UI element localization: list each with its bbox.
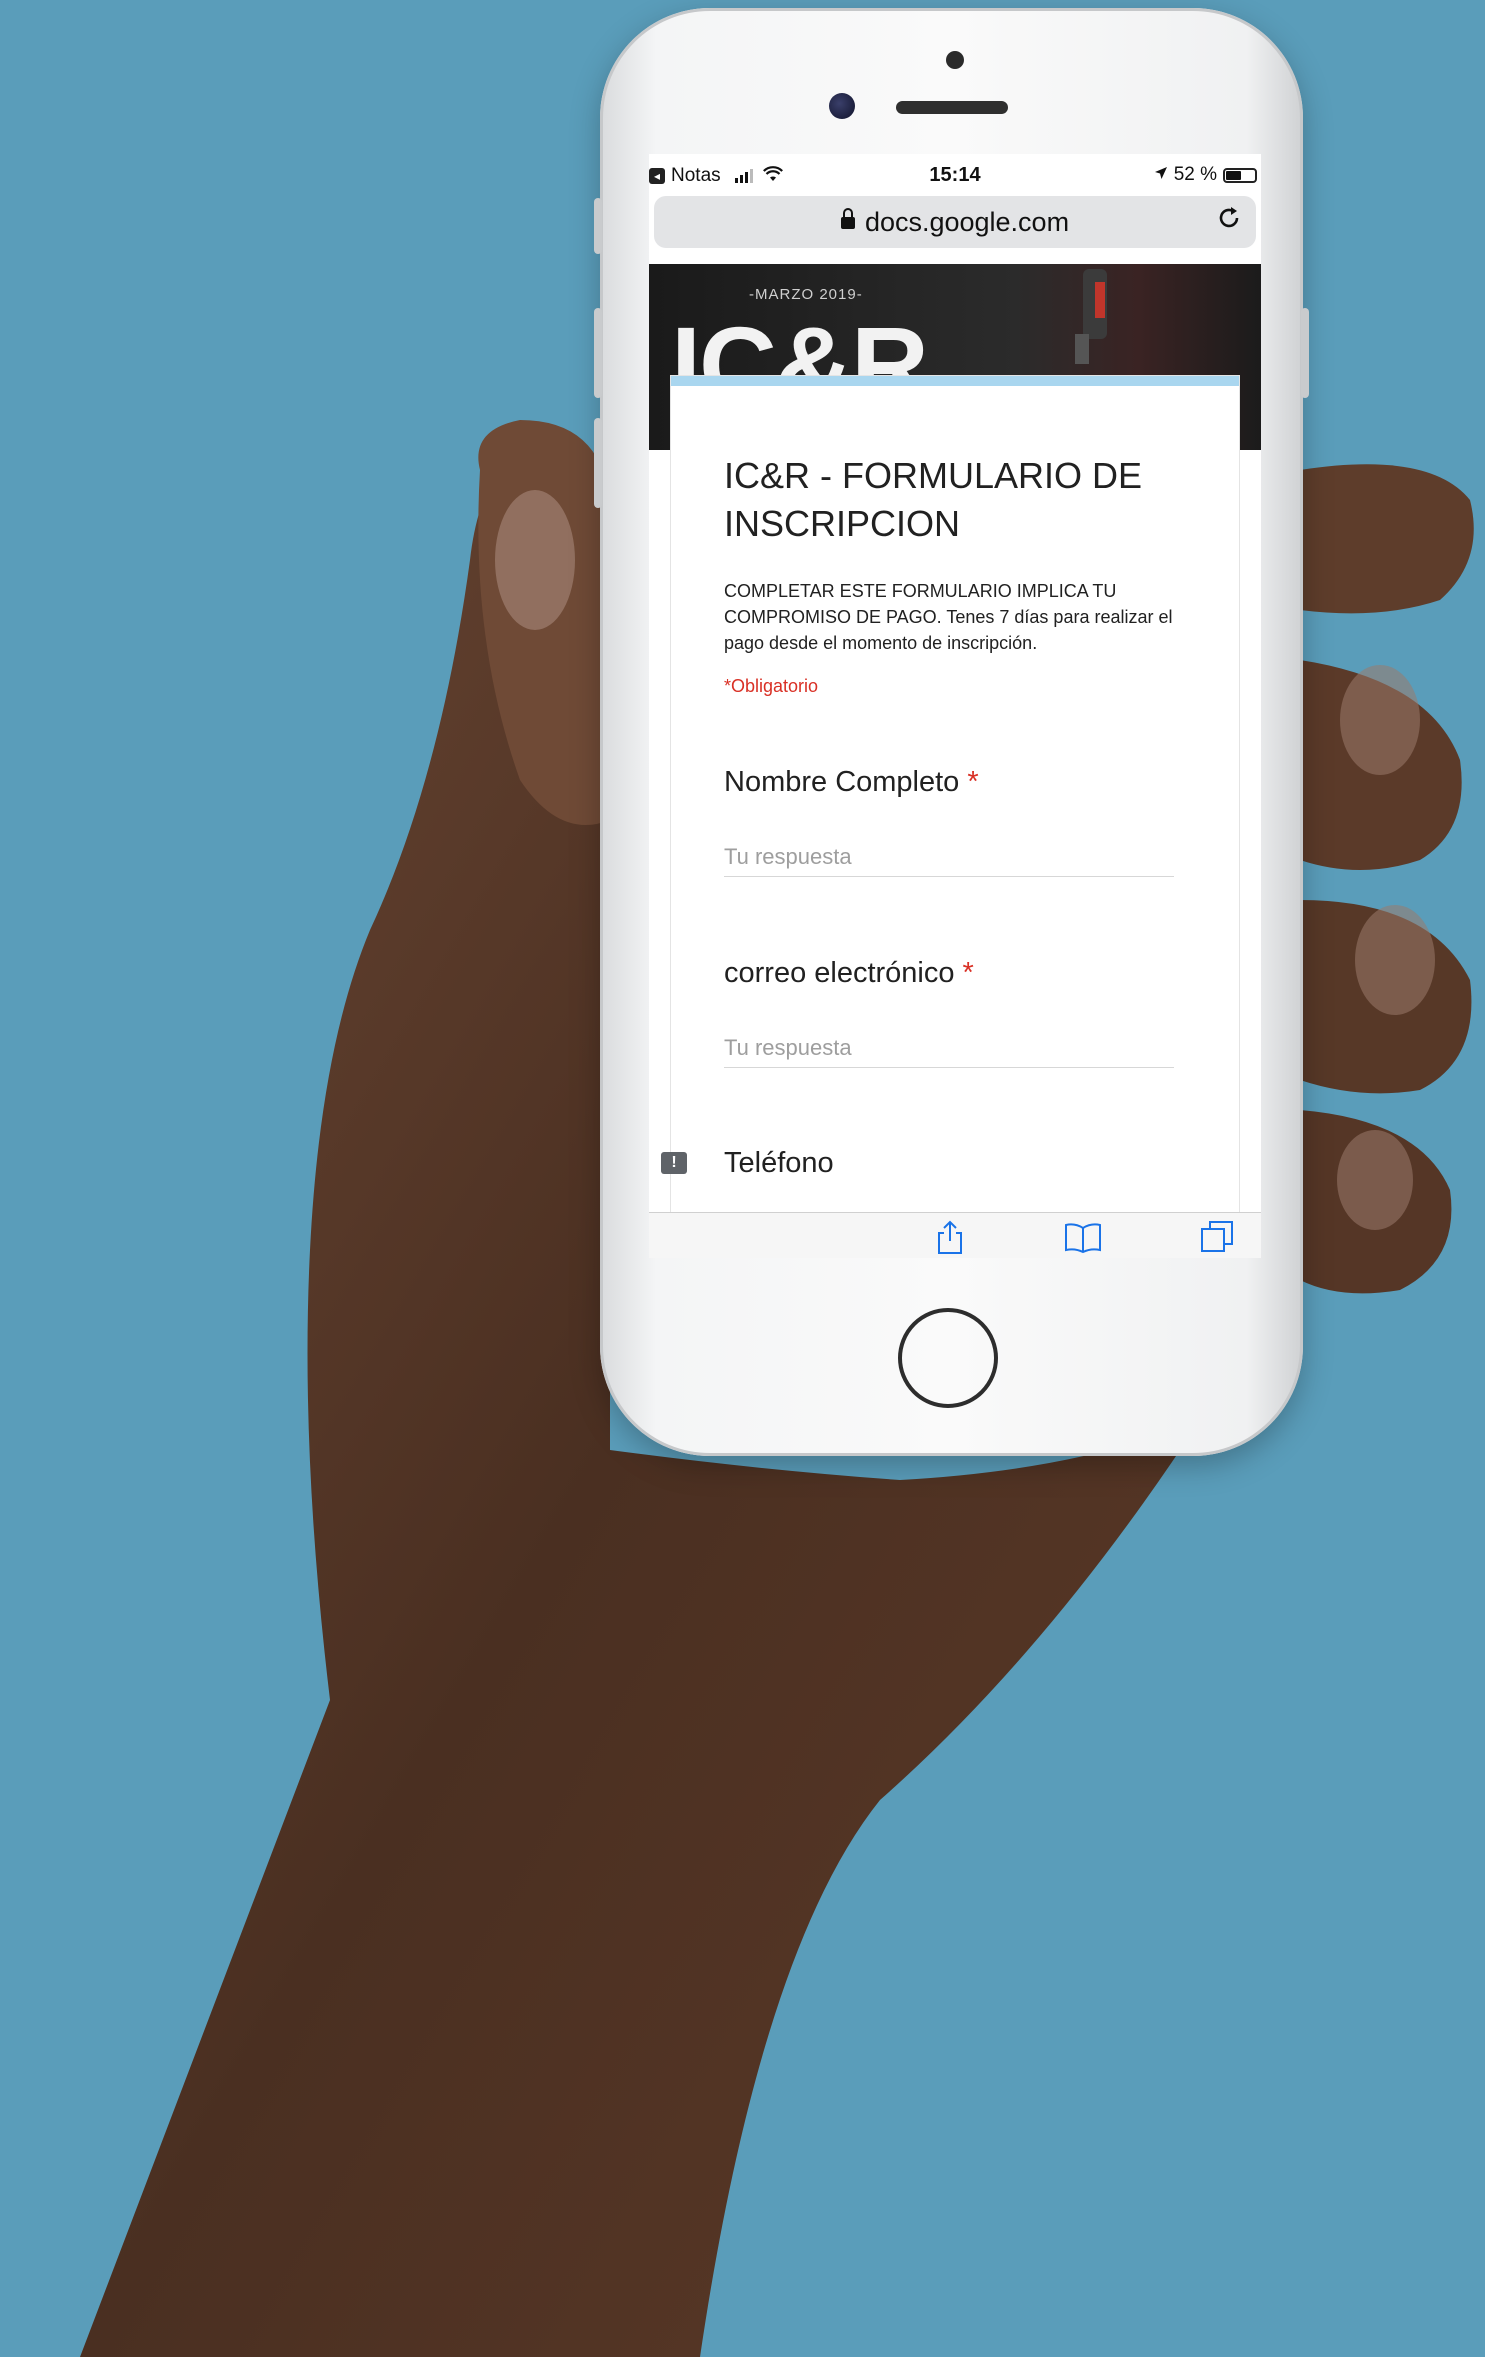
required-star: *	[967, 766, 979, 798]
power-button	[1301, 308, 1309, 398]
url-text: docs.google.com	[864, 207, 1070, 237]
feedback-icon[interactable]: !	[661, 1152, 687, 1174]
question-label-telefono: Teléfono	[724, 1147, 834, 1180]
bookmarks-icon[interactable]	[1063, 1219, 1103, 1255]
question-text: Nombre Completo	[724, 766, 960, 798]
earpiece-speaker	[896, 101, 1008, 114]
nombre-input[interactable]	[724, 838, 1174, 877]
volume-down-button	[594, 418, 602, 508]
front-camera	[829, 93, 855, 119]
status-right: 52 %	[1154, 164, 1257, 186]
question-label-correo: correo electrónico *	[724, 957, 974, 990]
form-card: IC&R - FORMULARIO DE INSCRIPCION COMPLET…	[671, 376, 1239, 1258]
correo-input[interactable]	[724, 1029, 1174, 1068]
home-button[interactable]	[898, 1308, 998, 1408]
banner-figure-image	[1075, 269, 1107, 364]
proximity-sensor	[946, 51, 964, 69]
mute-switch	[594, 198, 602, 254]
location-icon	[1154, 164, 1168, 186]
lock-icon	[840, 208, 855, 229]
question-text: Teléfono	[724, 1147, 834, 1179]
form-title: IC&R - FORMULARIO DE INSCRIPCION	[724, 455, 1143, 544]
battery-icon	[1223, 167, 1257, 183]
battery-percent: 52 %	[1173, 164, 1217, 185]
required-star: *	[962, 957, 974, 989]
question-text: correo electrónico	[724, 957, 955, 989]
url-display[interactable]: docs.google.com	[654, 207, 1256, 238]
browser-toolbar	[649, 1212, 1261, 1258]
status-bar: ◂ Notas 15:14 52 %	[649, 154, 1261, 194]
volume-up-button	[594, 308, 602, 398]
address-bar[interactable]: docs.google.com	[654, 196, 1256, 248]
required-note: *Obligatorio	[724, 676, 819, 696]
reload-icon[interactable]	[1216, 205, 1242, 239]
banner-subtitle: -MARZO 2019-	[749, 286, 863, 303]
form-description: COMPLETAR ESTE FORMULARIO IMPLICA TU COM…	[724, 581, 1173, 653]
share-icon[interactable]	[930, 1219, 970, 1255]
question-label-nombre: Nombre Completo *	[724, 766, 979, 799]
phone-screen: ◂ Notas 15:14 52 % docs.google.com -MARZ…	[649, 154, 1261, 1258]
tabs-icon[interactable]	[1198, 1219, 1238, 1255]
